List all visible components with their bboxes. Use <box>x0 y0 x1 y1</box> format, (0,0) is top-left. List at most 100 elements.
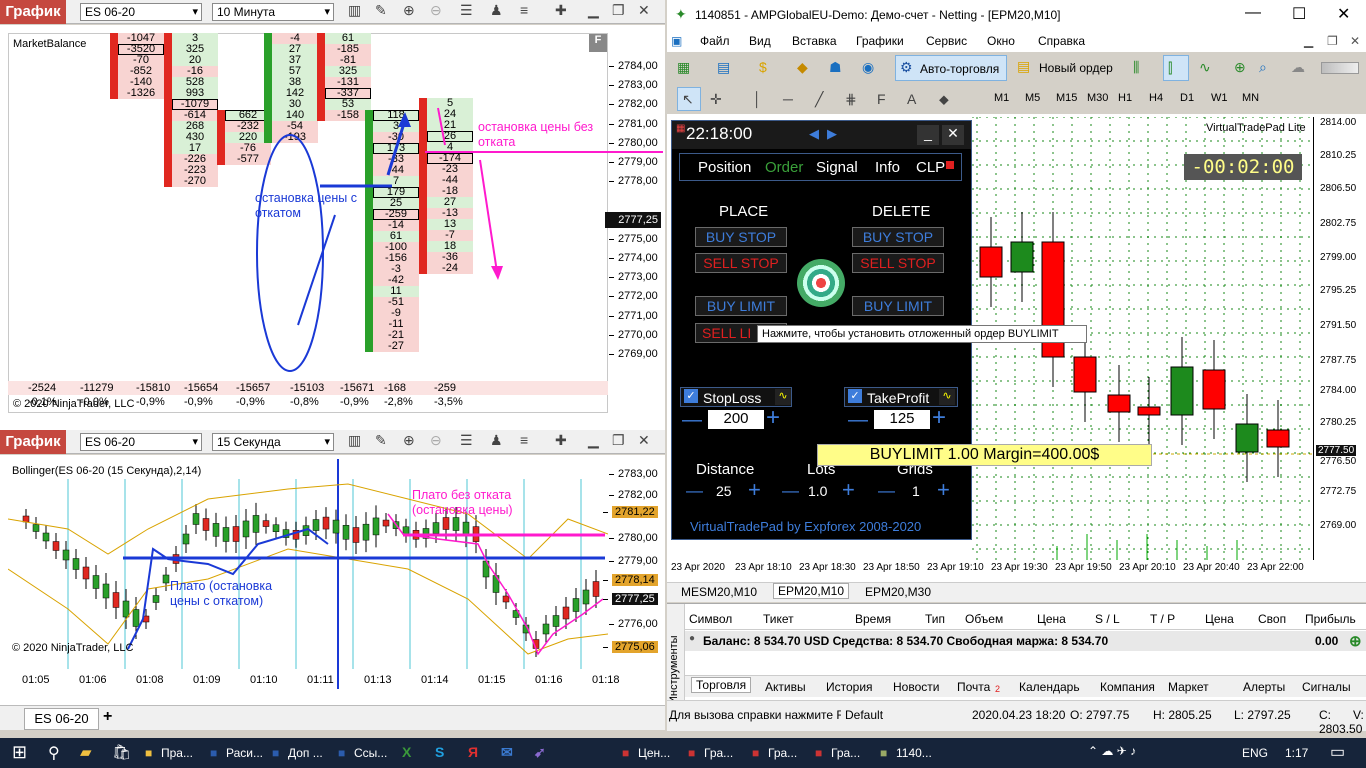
properties-icon[interactable]: ☰ <box>460 430 473 450</box>
taskbar-app[interactable]: Гра... <box>831 746 860 760</box>
target-icon[interactable] <box>797 259 845 307</box>
menu-item[interactable]: Окно <box>987 34 1015 48</box>
taskbar-app[interactable]: Раси... <box>226 746 263 760</box>
taskbar-app[interactable]: Цен... <box>638 746 670 760</box>
place-buy-stop-button[interactable]: BUY STOP <box>695 227 787 247</box>
column-header[interactable]: Время <box>855 612 891 626</box>
new-order-button[interactable]: ▤ Новый ордер <box>1015 55 1115 81</box>
add-icon[interactable]: ⊕ <box>1349 632 1362 650</box>
toolbox-tab[interactable]: Активы <box>765 680 806 694</box>
toolbox-tab[interactable]: Алерты <box>1243 680 1285 694</box>
restore-icon[interactable]: ❐ <box>612 430 625 450</box>
toolbox-tab[interactable]: Маркет <box>1168 680 1209 694</box>
tab-order[interactable]: Order <box>765 159 803 176</box>
fibo-icon[interactable]: F <box>877 89 886 109</box>
pinned-app-icon[interactable]: X <box>402 744 411 760</box>
column-header[interactable]: Прибыль <box>1305 612 1356 626</box>
delete-buy-limit-button[interactable]: BUY LIMIT <box>852 296 944 316</box>
timeframe-button[interactable]: MN <box>1242 92 1259 104</box>
lots-value[interactable]: 1.0 <box>808 483 827 499</box>
menu-chart-icon[interactable]: ▣ <box>671 34 682 48</box>
toolbox-tab[interactable]: Календарь <box>1019 680 1080 694</box>
pinned-app-icon[interactable]: S <box>435 744 444 760</box>
column-header[interactable]: Тип <box>925 612 945 626</box>
vtp-close-button[interactable]: ✕ <box>942 125 964 145</box>
interval-select-2[interactable]: 15 Секунда <box>212 433 334 451</box>
taskbar-app[interactable]: Пра... <box>161 746 193 760</box>
language-indicator[interactable]: ENG <box>1242 746 1268 760</box>
explorer-icon[interactable]: ▰ <box>80 743 92 761</box>
toolbox-tab[interactable]: Сигналы <box>1302 680 1351 694</box>
taskbar-app[interactable]: Ссы... <box>354 746 387 760</box>
tab-clp[interactable]: CLP <box>916 159 945 176</box>
timeframe-button[interactable]: M1 <box>994 92 1009 104</box>
timeframe-button[interactable]: W1 <box>1211 92 1228 104</box>
chart-tab[interactable]: MESM20,M10 <box>681 585 757 599</box>
text-icon[interactable]: A <box>907 89 916 109</box>
delete-buy-stop-button[interactable]: BUY STOP <box>852 227 944 247</box>
column-header[interactable]: Своп <box>1258 612 1286 626</box>
menu-item[interactable]: Вид <box>749 34 771 48</box>
taskbar-app[interactable]: Доп ... <box>288 746 323 760</box>
add-tab-button[interactable]: + <box>103 708 112 726</box>
tp-input[interactable]: 125 <box>874 410 930 429</box>
cursor-button[interactable]: ↖ <box>677 87 701 111</box>
timeframe-button[interactable]: D1 <box>1180 92 1194 104</box>
timeframe-button[interactable]: M5 <box>1025 92 1040 104</box>
toolbox-tab[interactable]: Компания <box>1100 680 1155 694</box>
equidistant-icon[interactable]: ⋕ <box>845 89 857 109</box>
taskbar-app[interactable]: 1140... <box>896 746 932 760</box>
notifications-icon[interactable]: ▭ <box>1330 742 1345 762</box>
chat-icon[interactable]: ☁ <box>1291 57 1305 77</box>
search-box[interactable] <box>1321 62 1359 74</box>
menu-item[interactable]: Сервис <box>926 34 967 48</box>
timeframe-button[interactable]: M15 <box>1056 92 1077 104</box>
distance-minus-button[interactable]: — <box>686 481 703 501</box>
chart-menu-button-2[interactable]: График <box>0 430 66 454</box>
column-header[interactable]: S / L <box>1095 612 1120 626</box>
bars-icon[interactable]: ▥ <box>348 430 361 450</box>
place-buy-limit-button[interactable]: BUY LIMIT <box>695 296 787 316</box>
tab-position[interactable]: Position <box>698 159 751 176</box>
profiles-icon[interactable]: ▤ <box>717 57 730 77</box>
menu-item[interactable]: Справка <box>1038 34 1085 48</box>
pinned-app-icon[interactable]: Я <box>468 744 478 760</box>
search-icon[interactable]: ⌕ <box>1259 57 1267 77</box>
zoom-out-icon[interactable]: ⊖ <box>430 430 442 450</box>
toolbox-tab[interactable]: Торговля <box>691 677 752 693</box>
toolbox-tab[interactable]: Почта <box>957 680 990 694</box>
column-header[interactable]: Цена <box>1205 612 1234 626</box>
close-icon[interactable]: ✕ <box>638 430 650 450</box>
menu-item[interactable]: Вставка <box>792 34 837 48</box>
sl-plus-button[interactable]: + <box>766 404 780 432</box>
timeframe-button[interactable]: H1 <box>1118 92 1132 104</box>
tab-es-06-20[interactable]: ES 06-20 <box>24 708 99 730</box>
search-icon[interactable]: ⚲ <box>48 743 60 763</box>
timeframe-button[interactable]: M30 <box>1087 92 1108 104</box>
column-header[interactable]: T / P <box>1150 612 1175 626</box>
vtp-minimize-button[interactable]: _ <box>917 125 939 145</box>
sl-minus-button[interactable]: — <box>682 409 702 432</box>
column-header[interactable]: Символ <box>689 612 732 626</box>
bar-chart-icon[interactable]: ⫼ <box>1133 57 1139 77</box>
clock[interactable]: 1:17 <box>1285 746 1308 760</box>
crosshair-icon[interactable]: ✚ <box>555 430 567 450</box>
menu-item[interactable]: Графики <box>856 34 904 48</box>
chart-tab[interactable]: EPM20,M10 <box>773 583 850 599</box>
next-arrow-icon[interactable]: ▶ <box>827 126 837 142</box>
column-header[interactable]: Цена <box>1037 612 1066 626</box>
pinned-app-icon[interactable]: ✉ <box>501 744 513 761</box>
line-chart-icon[interactable]: ∿ <box>1199 57 1211 77</box>
tab-info[interactable]: Info <box>875 159 900 176</box>
tab-signal[interactable]: Signal <box>816 159 858 176</box>
distance-plus-button[interactable]: + <box>748 477 761 503</box>
vertical-line-icon[interactable]: │ <box>753 89 762 109</box>
crosshair-icon[interactable]: ✛ <box>710 89 722 109</box>
window-maximize-icon[interactable]: ☐ <box>1292 4 1306 24</box>
windows-start-icon[interactable]: ⊞ <box>12 742 27 763</box>
instrument-select-2[interactable]: ES 06-20 <box>80 433 202 451</box>
delete-sell-stop-button[interactable]: SELL STOP <box>852 253 944 273</box>
signal-icon[interactable]: ◉ <box>862 57 874 77</box>
zoom-in-icon[interactable]: ⊕ <box>403 430 415 450</box>
pencil-icon[interactable]: ✎ <box>375 430 387 450</box>
